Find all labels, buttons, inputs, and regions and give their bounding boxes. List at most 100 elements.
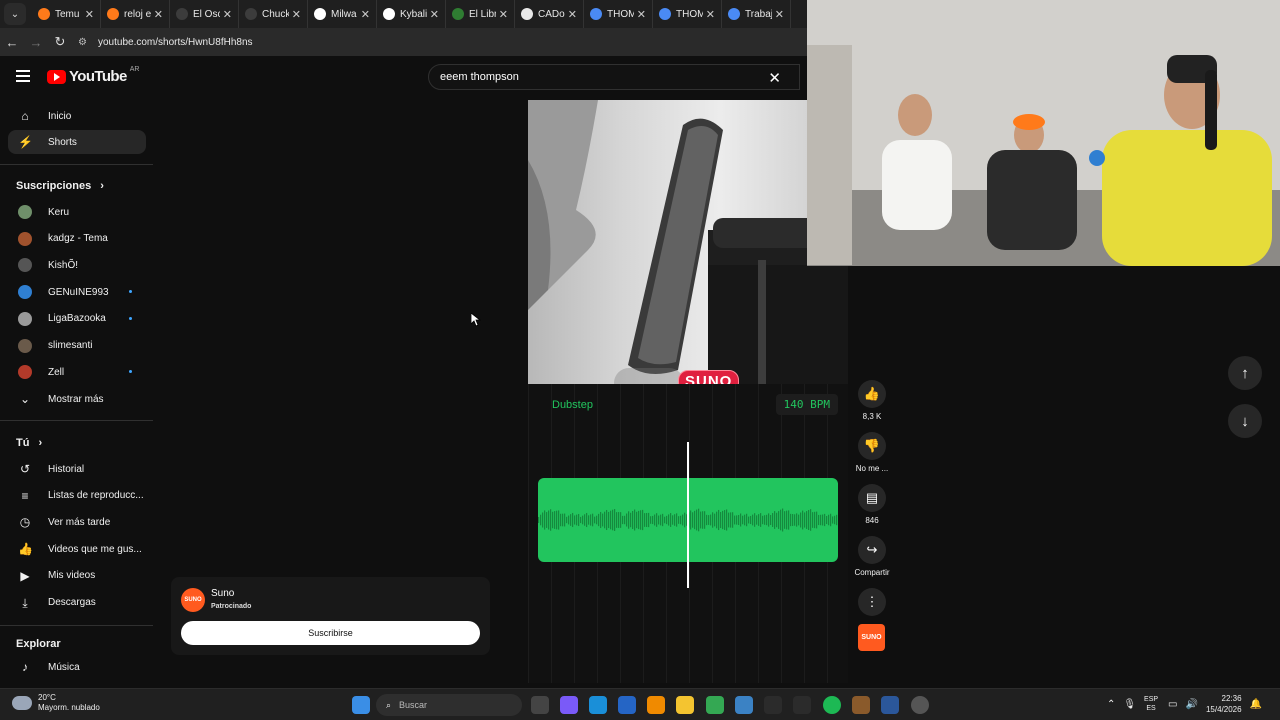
close-tab-icon[interactable]: ✕ — [361, 8, 370, 21]
close-tab-icon[interactable]: ✕ — [706, 8, 715, 21]
you-item[interactable]: ⤓ Descargas — [8, 591, 146, 615]
you-item[interactable]: ◷ Ver más tarde — [8, 510, 146, 534]
capcut-icon[interactable] — [764, 696, 782, 714]
home-icon: ⌂ — [21, 109, 29, 123]
tab-favicon-icon — [314, 8, 326, 20]
subscription-item[interactable]: LigaBazooka — [8, 307, 146, 331]
menu-icon[interactable] — [16, 70, 30, 82]
subscriptions-heading[interactable]: Suscripciones › — [16, 180, 104, 192]
subscription-item[interactable]: GENuINE993 — [8, 280, 146, 304]
task-view-icon[interactable] — [531, 696, 549, 714]
new-content-dot — [129, 290, 132, 294]
more-options-icon[interactable]: ⋮ — [858, 588, 886, 616]
share-icon[interactable]: ↪ — [858, 536, 886, 564]
microphone-icon[interactable]: 🎙 — [1123, 699, 1136, 710]
file-explorer-icon[interactable] — [676, 696, 694, 714]
search-input[interactable]: eeem thompson ✕ — [428, 64, 800, 90]
tab-search-button[interactable]: ⌄ — [4, 3, 26, 25]
comment-icon[interactable]: ▤ — [858, 484, 886, 512]
browser-tab[interactable]: Chuck ✕ — [239, 0, 308, 28]
weather-description: Mayorm. nublado — [38, 703, 100, 712]
close-tab-icon[interactable]: ✕ — [292, 8, 301, 21]
you-item[interactable]: ↺ Historial — [8, 457, 146, 481]
close-tab-icon[interactable]: ✕ — [568, 8, 577, 21]
tab-favicon-icon — [590, 8, 602, 20]
next-short-button[interactable]: ↓ — [1228, 404, 1262, 438]
browser-tab[interactable]: reloj e ✕ — [101, 0, 170, 28]
subscription-item[interactable]: Zell — [8, 360, 146, 384]
back-icon[interactable]: ← — [0, 35, 24, 50]
reload-icon[interactable]: ↻ — [48, 34, 72, 50]
show-more-button[interactable]: ⌄ Mostrar más — [8, 387, 146, 411]
sidebar-item-inicio[interactable]: ⌂ Inicio — [8, 104, 146, 128]
close-tab-icon[interactable]: ✕ — [430, 8, 439, 21]
you-item[interactable]: ≡ Listas de reproducc... — [8, 484, 146, 508]
vlc-icon[interactable] — [647, 696, 665, 714]
copilot-icon[interactable] — [560, 696, 578, 714]
browser-tab[interactable]: Trabaj ✕ — [722, 0, 791, 28]
subscription-item[interactable]: KishÕ! — [8, 253, 146, 277]
browser-tab[interactable]: THOM ✕ — [653, 0, 722, 28]
language-indicator[interactable]: ESP ES — [1144, 695, 1158, 713]
new-content-dot — [129, 316, 132, 320]
close-tab-icon[interactable]: ✕ — [637, 8, 646, 21]
subscription-item[interactable]: Keru — [8, 200, 146, 224]
forward-icon[interactable]: → — [24, 35, 48, 50]
like-icon[interactable]: 👍 — [858, 380, 886, 408]
youtube-logo[interactable]: YouTube AR — [47, 66, 139, 85]
word-icon[interactable] — [881, 696, 899, 714]
tab-title: El Osc — [193, 8, 220, 20]
browser-tab[interactable]: El Osc ✕ — [170, 0, 239, 28]
chevron-up-icon[interactable]: ⌃ — [1107, 699, 1115, 710]
browser-tab[interactable]: Milwa ✕ — [308, 0, 377, 28]
close-tab-icon[interactable]: ✕ — [154, 8, 163, 21]
game-launcher-icon[interactable] — [852, 696, 870, 714]
subscribe-button[interactable]: Suscribirse — [181, 621, 480, 645]
browser-tab[interactable]: THOM ✕ — [584, 0, 653, 28]
clear-search-icon[interactable]: ✕ — [768, 69, 781, 87]
volume-icon[interactable]: 🔊 — [1186, 699, 1198, 710]
browser-tab[interactable]: Kybali ✕ — [377, 0, 446, 28]
sponsored-card[interactable]: SUNO Suno Patrocinado Suscribirse — [171, 577, 490, 655]
weather-widget[interactable]: 20°C Mayorm. nublado — [12, 693, 100, 713]
browser-tab[interactable]: El Libr ✕ — [446, 0, 515, 28]
spotify-icon[interactable] — [823, 696, 841, 714]
browser-tab[interactable]: CADo ✕ — [515, 0, 584, 28]
you-heading[interactable]: Tú › — [16, 437, 42, 449]
channel-thumbnail[interactable]: SUNO — [858, 624, 885, 651]
close-tab-icon[interactable]: ✕ — [85, 8, 94, 21]
chrome-icon[interactable] — [706, 696, 724, 714]
notepad-icon[interactable] — [735, 696, 753, 714]
playhead[interactable] — [687, 442, 689, 588]
sidebar-item-musica[interactable]: ♪ Música — [8, 655, 146, 679]
subscription-item[interactable]: slimesanti — [8, 334, 146, 358]
short-video-player[interactable]: SUNO Dubstep 140 BPM — [528, 100, 848, 683]
obs-icon[interactable] — [911, 696, 929, 714]
url-field[interactable]: ⚙ youtube.com/shorts/HwnU8fHh8ns — [78, 37, 253, 48]
tab-title: Milwa — [331, 8, 357, 20]
site-info-icon[interactable]: ⚙ — [78, 37, 92, 48]
channel-avatar — [18, 338, 32, 353]
you-item[interactable]: 👍 Videos que me gus... — [8, 537, 146, 561]
advertiser-name[interactable]: Suno — [211, 588, 234, 599]
outlook-icon[interactable] — [618, 696, 636, 714]
tab-title: Temu — [55, 8, 80, 20]
browser-tab[interactable]: Temu ✕ — [32, 0, 101, 28]
close-tab-icon[interactable]: ✕ — [775, 8, 784, 21]
subscription-label: Keru — [48, 206, 70, 218]
dislike-icon[interactable]: 👎 — [858, 432, 886, 460]
start-icon[interactable] — [352, 696, 370, 714]
subscription-item[interactable]: kadgz - Tema — [8, 227, 146, 251]
network-icon[interactable]: ▭ — [1168, 699, 1177, 710]
you-item[interactable]: ▶ Mis videos — [8, 564, 146, 588]
previous-short-button[interactable]: ↑ — [1228, 356, 1262, 390]
notification-bell-icon[interactable]: 🔔 — [1250, 699, 1262, 710]
sidebar-item-shorts[interactable]: ⚡ Shorts — [8, 130, 146, 154]
clock[interactable]: 22:36 15/4/2026 — [1206, 693, 1242, 715]
capcut-alt-icon[interactable] — [793, 696, 811, 714]
close-tab-icon[interactable]: ✕ — [223, 8, 232, 21]
edge-icon[interactable] — [589, 696, 607, 714]
tab-title: THOM — [676, 8, 703, 20]
taskbar-search[interactable]: ⌕ Buscar — [376, 694, 522, 716]
close-tab-icon[interactable]: ✕ — [499, 8, 508, 21]
